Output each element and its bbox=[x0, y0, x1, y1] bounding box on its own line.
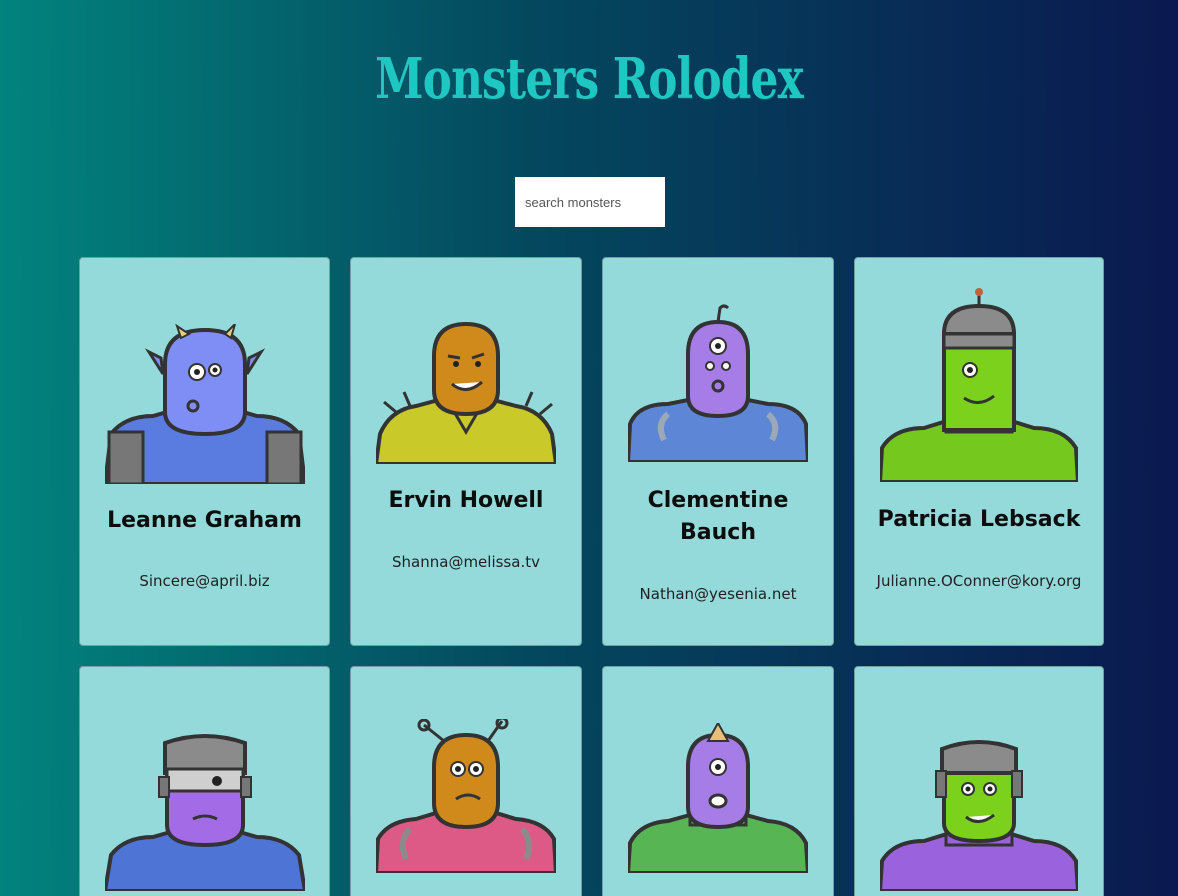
monster-email: Shanna@melissa.tv bbox=[392, 553, 540, 571]
monster-card[interactable]: Leanne Graham Sincere@april.biz bbox=[79, 257, 330, 646]
monster-email: Sincere@april.biz bbox=[139, 572, 270, 590]
monster-avatar-icon bbox=[104, 324, 305, 484]
monster-email: Julianne.OConner@kory.org bbox=[876, 572, 1082, 590]
monster-avatar-icon bbox=[628, 723, 808, 873]
monster-name: Clementine Bauch bbox=[647, 488, 789, 545]
monster-card[interactable] bbox=[854, 666, 1104, 896]
monster-card[interactable]: Clementine Bauch Nathan@yesenia.net bbox=[602, 257, 834, 646]
monster-avatar-icon bbox=[880, 288, 1078, 482]
app-title: Monsters Rolodex bbox=[375, 46, 803, 112]
monster-avatar-icon bbox=[104, 734, 305, 891]
search-input[interactable] bbox=[515, 177, 665, 227]
monster-avatar-icon bbox=[628, 304, 808, 462]
monster-avatar-icon bbox=[376, 719, 556, 873]
monster-avatar-icon bbox=[376, 322, 556, 464]
monster-email: Nathan@yesenia.net bbox=[639, 585, 797, 603]
monster-card[interactable] bbox=[79, 666, 330, 896]
monster-card[interactable]: Ervin Howell Shanna@melissa.tv bbox=[350, 257, 582, 646]
monster-avatar-icon bbox=[880, 740, 1078, 891]
monster-card[interactable] bbox=[350, 666, 582, 896]
monster-name: Ervin Howell bbox=[388, 488, 544, 513]
monster-card[interactable]: Patricia Lebsack Julianne.OConner@kory.o… bbox=[854, 257, 1104, 646]
monster-name: Patricia Lebsack bbox=[877, 507, 1081, 532]
monster-name: Leanne Graham bbox=[107, 508, 302, 533]
monster-card[interactable] bbox=[602, 666, 834, 896]
